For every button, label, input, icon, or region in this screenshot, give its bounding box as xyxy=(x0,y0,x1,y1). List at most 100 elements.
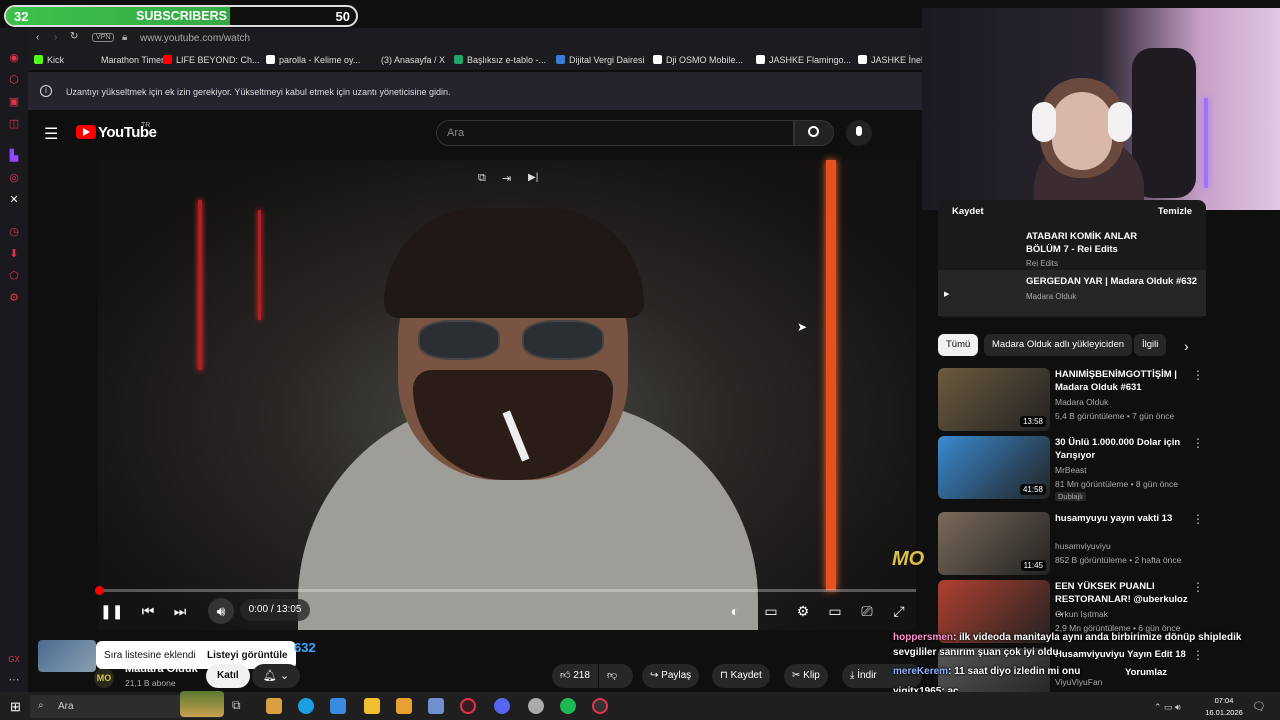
opera-icon[interactable]: ◉ xyxy=(8,52,20,64)
app-icon[interactable] xyxy=(396,698,412,714)
recommendation-item[interactable]: 41:58 30 Ünlü 1.000.000 Dolar için Yarışı… xyxy=(938,436,1206,502)
menu-icon[interactable]: ☰ xyxy=(44,124,58,144)
video-thumbnail[interactable]: 11:45 xyxy=(938,512,1050,575)
bookmark-item[interactable]: Marathon Timer xyxy=(88,55,164,65)
bookmark-item[interactable]: parolla - Kelime oy... xyxy=(266,55,360,65)
forward-icon[interactable]: › xyxy=(54,32,57,43)
app-icon[interactable] xyxy=(428,698,444,714)
chip-related[interactable]: İlgili xyxy=(1134,334,1167,356)
more-icon[interactable]: ⋯ xyxy=(8,674,20,686)
youtube-logo-icon[interactable] xyxy=(76,125,96,139)
video-channel[interactable]: MrBeast xyxy=(1055,465,1087,475)
address-bar[interactable]: www.youtube.com/watch xyxy=(140,33,250,44)
back-icon[interactable]: ‹ xyxy=(36,32,39,43)
notification-icon[interactable]: 🗨︎ xyxy=(1252,700,1266,713)
bookmark-item[interactable]: Dji OSMO Mobile... xyxy=(653,55,743,65)
toast-action[interactable]: Listeyi görüntüle xyxy=(207,650,288,661)
app-icon[interactable] xyxy=(528,698,544,714)
settings-icon[interactable]: ⚙ xyxy=(8,292,20,304)
save-button[interactable]: ⊓ Kaydet xyxy=(712,664,770,688)
progress-scrubber[interactable] xyxy=(95,586,104,595)
task-view-icon[interactable]: ⧉ xyxy=(232,698,248,714)
video-player[interactable]: ⧉ ⇥ ▶︎| MO xyxy=(98,160,924,630)
popout-icon[interactable]: ⇥ xyxy=(502,172,511,185)
pause-icon[interactable]: ❚❚ xyxy=(100,600,123,622)
video-channel[interactable]: Orkun Işıtmak xyxy=(1055,609,1108,619)
store-icon[interactable] xyxy=(330,698,346,714)
channel-avatar[interactable]: MO xyxy=(94,668,114,688)
notifications-button[interactable]: 🔔︎ ⌄ xyxy=(252,664,300,688)
video-channel[interactable]: husamviyuviyu xyxy=(1055,541,1111,551)
join-button[interactable]: Katıl xyxy=(206,664,250,688)
history-icon[interactable]: ◷ xyxy=(8,226,20,238)
settings-icon[interactable]: ⚙ xyxy=(792,600,814,622)
download-icon[interactable]: ⬇ xyxy=(8,248,20,260)
clock-time[interactable]: 07:04 xyxy=(1206,696,1242,705)
clock-date[interactable]: 16.01.2026 xyxy=(1200,708,1248,717)
playlist-item-title[interactable]: GERGEDAN YAR | Madara Olduk #632 xyxy=(1026,276,1206,287)
queue-thumbnail[interactable] xyxy=(38,640,96,672)
skip-icon[interactable]: ▶︎| xyxy=(528,172,538,183)
video-title[interactable]: 30 Ünlü 1.000.000 Dolar için Yarışıyor xyxy=(1055,436,1190,462)
next-icon[interactable]: ⏭︎ xyxy=(169,600,191,622)
autoplay-toggle-icon[interactable]: ◐ xyxy=(724,600,746,622)
obs-icon[interactable] xyxy=(592,698,608,714)
bookmark-item[interactable]: Kick xyxy=(34,55,64,65)
more-options-icon[interactable]: ⋮ xyxy=(1192,436,1204,450)
more-options-icon[interactable]: ⋮ xyxy=(1192,580,1204,594)
playlist-item-title[interactable]: ATABARI KOMİK ANLAR BÖLÜM 7 - Rei Edits xyxy=(1026,230,1166,256)
recommendation-item[interactable]: 11:45 husamyuyu yayın vakti 13 husamviyuvi… xyxy=(938,512,1206,578)
bookmark-item[interactable]: (3) Anasayfa / X xyxy=(368,55,445,65)
aria-icon[interactable]: ⬡ xyxy=(8,74,20,86)
cast-icon[interactable]: ⎚ xyxy=(856,600,878,622)
clip-button[interactable]: ✂ Klip xyxy=(784,664,828,688)
twitch-icon[interactable]: ▙ xyxy=(8,150,20,162)
search-input[interactable]: Ara xyxy=(436,120,794,146)
more-options-icon[interactable]: ⋮ xyxy=(1192,648,1204,662)
fullscreen-icon[interactable]: ⤢ xyxy=(888,600,910,622)
discord-icon[interactable] xyxy=(494,698,510,714)
tray-icons[interactable]: ⌃ ▭ 🔊︎ xyxy=(1154,702,1181,713)
theater-mode-icon[interactable]: ▭ xyxy=(824,600,846,622)
video-title[interactable]: Husamviyuviyu Yayın Edit 18 xyxy=(1055,648,1190,661)
share-button[interactable]: ↪ Paylaş xyxy=(642,664,700,688)
video-channel[interactable]: ViyuViyuFan xyxy=(1055,677,1102,687)
reload-icon[interactable]: ↻ xyxy=(70,31,78,42)
more-options-icon[interactable]: ⋮ xyxy=(1192,368,1204,382)
bookmark-item[interactable]: JASHKE Flamingo... xyxy=(756,55,851,65)
vpn-badge[interactable]: VPN xyxy=(92,33,115,42)
previous-icon[interactable]: ⏮︎ xyxy=(137,600,159,622)
extensions-icon[interactable]: ⬠ xyxy=(8,270,20,282)
instagram-icon[interactable]: ◫ xyxy=(8,118,20,130)
messenger-icon[interactable]: ▣ xyxy=(8,96,20,108)
video-thumbnail[interactable]: 13:58 xyxy=(938,368,1050,431)
opera-gx-icon[interactable] xyxy=(460,698,476,714)
taskbar-search[interactable]: ⌕ Ara xyxy=(30,691,224,718)
search-button[interactable] xyxy=(794,120,834,146)
gx-icon[interactable]: GX xyxy=(8,654,20,666)
file-explorer-icon[interactable] xyxy=(364,698,380,714)
playlist-clear[interactable]: Temizle xyxy=(1158,206,1192,217)
video-progress-bar[interactable] xyxy=(95,586,916,595)
playlist-save[interactable]: Kaydet xyxy=(952,206,984,217)
x-icon[interactable]: ✕ xyxy=(8,194,20,206)
bookmark-item[interactable]: JASHKE İnek xyxy=(858,55,922,65)
video-thumbnail[interactable]: 41:58 xyxy=(938,436,1050,499)
recommendation-item[interactable]: 13:58 HANIMİŞBENİMGOTTİŞİM | Madara Olduk… xyxy=(938,368,1206,434)
video-title[interactable]: HANIMİŞBENİMGOTTİŞİM | Madara Olduk #631 xyxy=(1055,368,1190,394)
edge-icon[interactable] xyxy=(298,698,314,714)
chevron-right-icon[interactable]: › xyxy=(1184,338,1189,354)
spotify-icon[interactable] xyxy=(560,698,576,714)
bookmark-item[interactable]: Dijital Vergi Dairesi xyxy=(556,55,645,65)
dislike-button[interactable]: 👎︎ xyxy=(599,664,633,688)
chip-all[interactable]: Tümü xyxy=(938,334,979,356)
video-channel[interactable]: Madara Olduk xyxy=(1055,397,1108,407)
more-options-icon[interactable]: ⋮ xyxy=(1192,512,1204,526)
like-button[interactable]: 👍︎ 218 xyxy=(552,664,598,688)
bookmark-item[interactable]: LIFE BEYOND: Ch... xyxy=(163,55,260,65)
chip-from-uploader[interactable]: Madara Olduk adlı yükleyiciden xyxy=(984,334,1133,356)
app-icon[interactable] xyxy=(266,698,282,714)
bookmark-item[interactable]: Başlıksız e-tablo -... xyxy=(454,55,546,65)
windows-start-icon[interactable]: ⊞ xyxy=(10,699,21,715)
instagram-icon[interactable]: ◎ xyxy=(8,172,20,184)
